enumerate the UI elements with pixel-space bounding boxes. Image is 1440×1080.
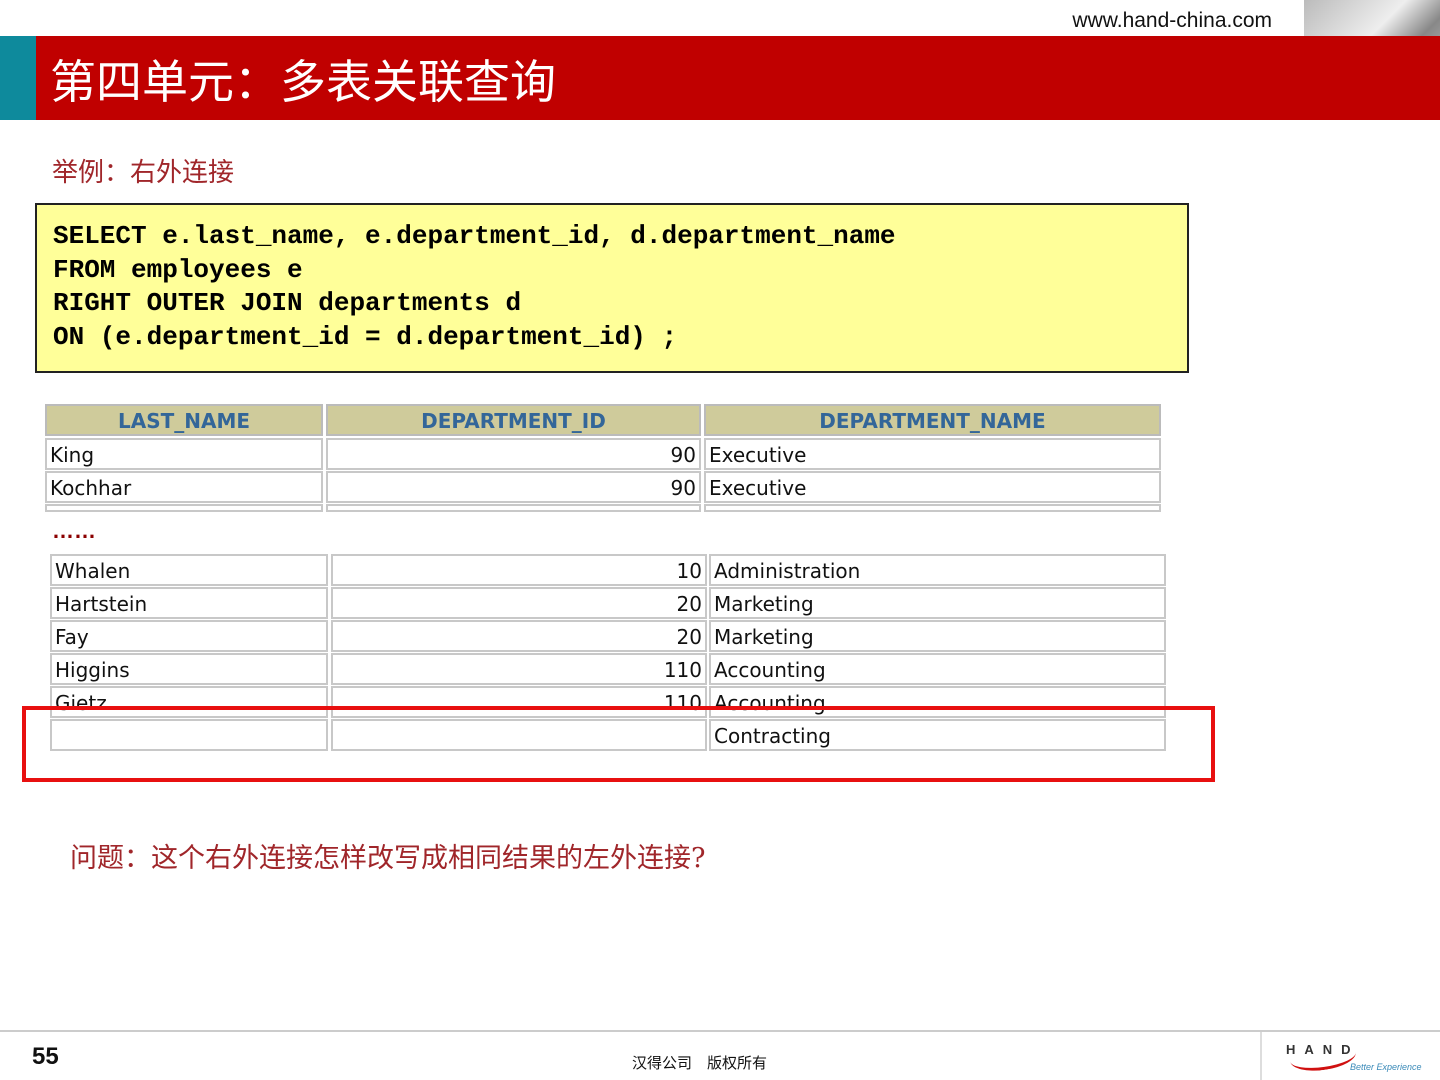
column-header: DEPARTMENT_NAME: [704, 404, 1161, 436]
ellipsis: ……: [52, 518, 96, 543]
logo-text: HAND: [1286, 1042, 1360, 1057]
website-url: www.hand-china.com: [1072, 9, 1272, 32]
table-cut-edge: [704, 504, 1161, 512]
sql-code-box: SELECT e.last_name, e.department_id, d.d…: [35, 203, 1189, 373]
table-cell: 90: [326, 438, 701, 470]
code-line: SELECT e.last_name, e.department_id, d.d…: [53, 221, 896, 251]
table-cell: Kochhar: [45, 471, 323, 503]
table-cell: 90: [326, 471, 701, 503]
table-cell: Marketing: [709, 587, 1166, 619]
page-number: 55: [32, 1043, 59, 1070]
table-cell: Higgins: [50, 653, 328, 685]
column-header: DEPARTMENT_ID: [326, 404, 701, 436]
table-cell: 20: [331, 587, 707, 619]
copyright: 汉得公司 版权所有: [632, 1055, 768, 1072]
highlight-box: [22, 706, 1215, 782]
table-cell: 10: [331, 554, 707, 586]
slide-title: 第四单元：多表关联查询: [50, 55, 556, 109]
table-cut-edge: [45, 504, 323, 512]
table-cell: King: [45, 438, 323, 470]
question-text: 问题：这个右外连接怎样改写成相同结果的左外连接?: [70, 843, 706, 874]
logo-tagline: Better Experience: [1350, 1062, 1422, 1072]
table-cut-edge: [326, 504, 701, 512]
column-header: LAST_NAME: [45, 404, 323, 436]
code-line: RIGHT OUTER JOIN departments d: [53, 288, 522, 318]
subtitle: 举例：右外连接: [52, 158, 235, 188]
table-cell: Marketing: [709, 620, 1166, 652]
hand-logo: HAND Better Experience: [1260, 1032, 1440, 1080]
table-cell: 20: [331, 620, 707, 652]
table-cell: Accounting: [709, 653, 1166, 685]
footer-divider: [0, 1030, 1440, 1032]
accent-bar: [0, 36, 36, 120]
table-cell: Hartstein: [50, 587, 328, 619]
table-cell: Whalen: [50, 554, 328, 586]
table-cell: Administration: [709, 554, 1166, 586]
code-line: ON (e.department_id = d.department_id) ;: [53, 321, 678, 352]
table-cell: Executive: [704, 438, 1161, 470]
table-cell: 110: [331, 653, 707, 685]
table-cell: Fay: [50, 620, 328, 652]
table-cell: Executive: [704, 471, 1161, 503]
code-line: FROM employees e: [53, 254, 303, 285]
